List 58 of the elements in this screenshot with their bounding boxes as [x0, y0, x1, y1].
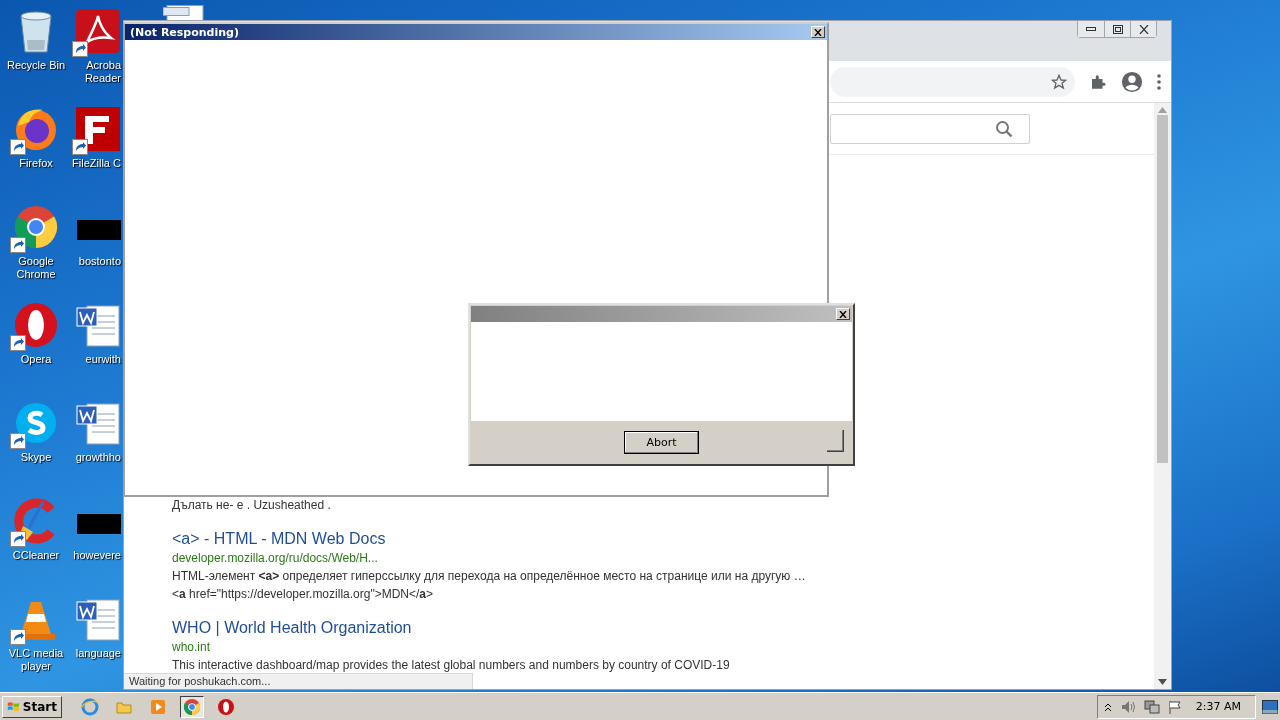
result-url: developer.mozilla.org/ru/docs/Web/H... — [172, 550, 379, 567]
desktop-icon-label[interactable]: Google Chrome — [1, 255, 71, 281]
chrome-icon — [183, 697, 201, 716]
extensions-button[interactable] — [1089, 72, 1107, 91]
windows-logo-icon — [7, 699, 20, 714]
search-icon[interactable] — [995, 119, 1013, 138]
filezilla-icon — [75, 106, 121, 152]
result-snippet: Дълать не- е . Uzusheathed . — [172, 497, 332, 514]
search-field[interactable] — [830, 113, 1030, 144]
result-title-link[interactable]: WHO | World Health Organization — [172, 618, 412, 638]
star-icon[interactable] — [1051, 73, 1067, 90]
result-url: who.int — [172, 639, 212, 656]
result-snippet: HTML-элемент <a> определяет гиперссылку для перехода на определённое место на странице или на другую … <a href="https://developer.mozilla.org">MDN</a> — [172, 568, 807, 603]
pdf-icon — [75, 8, 121, 54]
flag-icon[interactable] — [1167, 699, 1182, 714]
menu-button[interactable] — [1157, 73, 1161, 90]
desktop-icon-label[interactable]: VLC media player — [1, 647, 71, 673]
window-title: (Not Responding) — [130, 25, 239, 39]
scrollbar-thumb[interactable] — [1157, 115, 1168, 463]
desktop-icon-label[interactable]: FileZilla C — [72, 157, 121, 170]
media-player-icon — [149, 697, 167, 716]
network-icon[interactable] — [1143, 699, 1160, 714]
desktop-icon-label[interactable]: language — [75, 647, 121, 660]
restore-icon — [1112, 24, 1123, 34]
internet-explorer-icon — [81, 697, 99, 716]
chrome-icon — [13, 204, 59, 250]
restore-button[interactable] — [1104, 21, 1130, 37]
desktop-icon-label[interactable]: CCleaner — [12, 549, 60, 562]
scrollbar[interactable] — [1154, 103, 1171, 689]
scroll-down-arrow-icon[interactable] — [1158, 679, 1167, 685]
status-bar-text: Waiting for poshukach.com... — [124, 673, 473, 689]
close-button[interactable] — [1130, 21, 1156, 37]
opera-icon — [13, 302, 59, 348]
desktop-icon-label[interactable]: Opera — [20, 353, 52, 366]
desktop-icon-label[interactable]: growthho — [75, 451, 121, 464]
desktop-icon-label[interactable]: howevere — [73, 549, 121, 562]
desktop-icon-label[interactable]: Recycle Bin — [6, 59, 66, 72]
skype-icon — [13, 400, 59, 446]
speaker-icon[interactable] — [1119, 699, 1136, 714]
chevron-up-icon[interactable] — [1103, 701, 1112, 712]
close-icon — [1138, 24, 1149, 34]
clock[interactable]: 2:37 AM — [1195, 700, 1241, 713]
show-desktop-icon[interactable] — [1262, 699, 1278, 714]
opera-icon — [217, 697, 235, 716]
partial-button[interactable] — [827, 430, 844, 452]
start-button[interactable]: Start — [2, 695, 62, 718]
result-snippet: This interactive dashboard/map provides the latest global numbers and numbers by country of COVID-19 — [172, 657, 731, 674]
minimize-button[interactable] — [1078, 21, 1104, 37]
taskbar-app-button[interactable] — [180, 695, 204, 718]
minimize-icon — [1086, 27, 1096, 31]
result-title-link[interactable]: <a> - HTML - MDN Web Docs — [172, 529, 386, 549]
profile-button[interactable] — [1121, 70, 1143, 93]
desktop-icon-label[interactable]: Firefox — [19, 157, 53, 170]
desktop-icon-label[interactable]: Acroba Reader — [84, 59, 121, 85]
abort-button[interactable]: Abort — [624, 430, 699, 454]
desktop-icon-label[interactable]: Skype — [20, 451, 52, 464]
desktop-icon-label[interactable]: eurwith — [85, 353, 121, 366]
desktop-icon-label[interactable]: bostonto — [78, 255, 121, 268]
